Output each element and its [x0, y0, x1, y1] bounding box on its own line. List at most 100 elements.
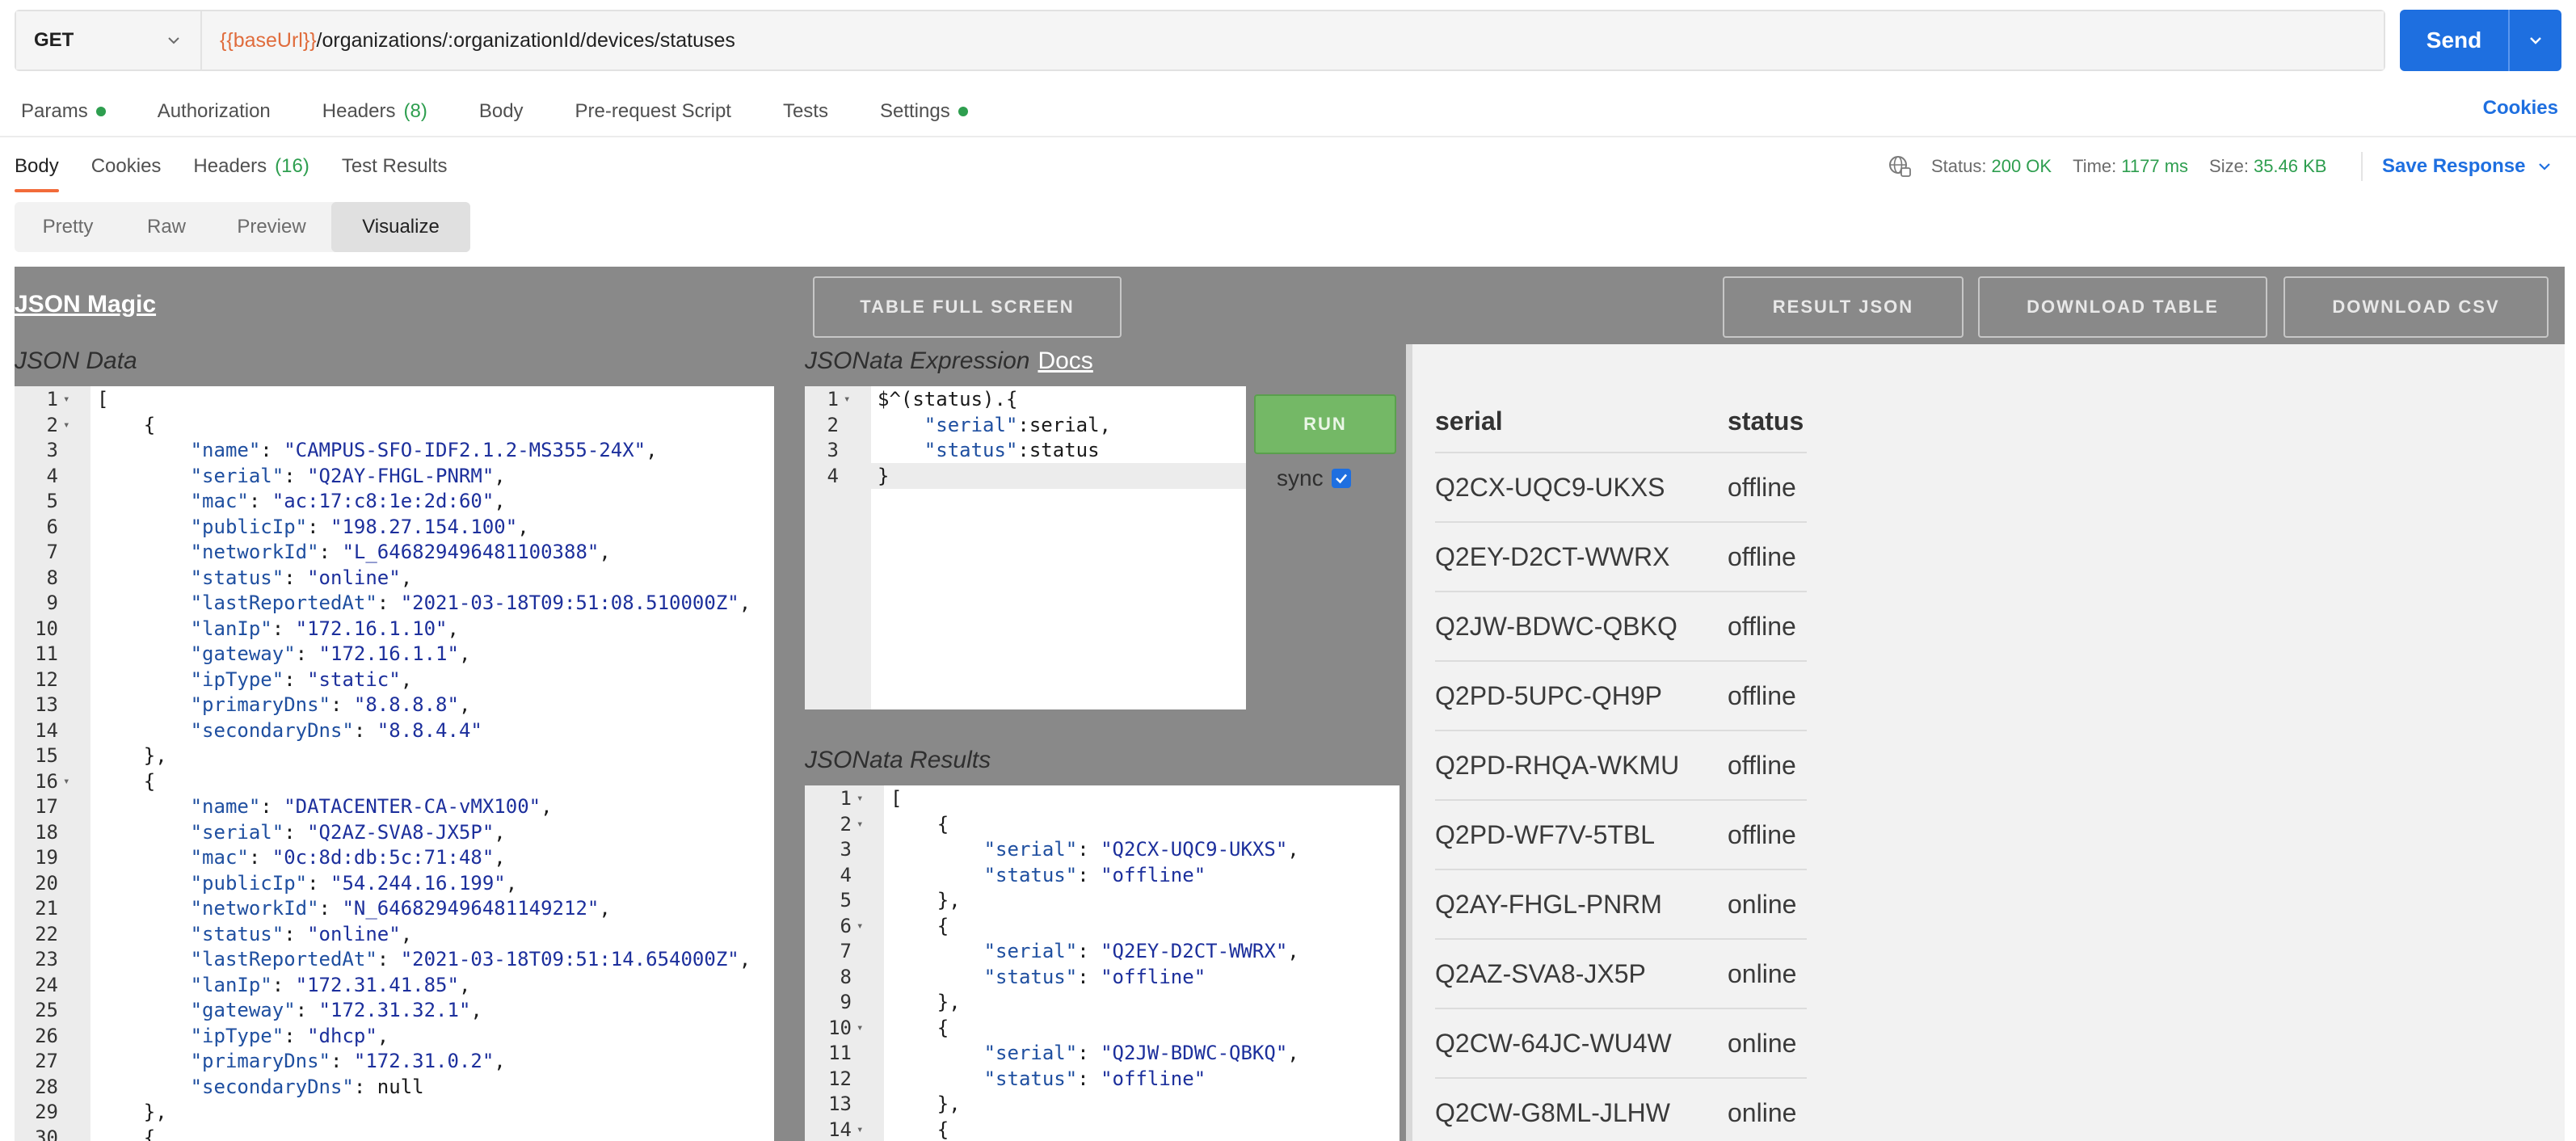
tab-tests-label: Tests	[783, 100, 828, 123]
code-line: 2 "serial":serial,	[805, 412, 1246, 438]
column-header-status[interactable]: status	[1728, 391, 1807, 453]
tab-params[interactable]: Params	[21, 100, 106, 123]
line-number: 12	[805, 1066, 852, 1092]
tab-headers[interactable]: Headers(8)	[322, 100, 427, 123]
fold-toggle-icon[interactable]: ▾	[63, 412, 69, 438]
view-mode-visualize[interactable]: Visualize	[331, 202, 470, 252]
results-viewer[interactable]: 1▾[2▾ {3 "serial": "Q2CX-UQC9-UKXS",4 "s…	[805, 785, 1400, 1141]
code-line: 4 "serial": "Q2AY-FHGL-PNRM",	[15, 463, 774, 489]
line-number: 14	[805, 1117, 852, 1141]
run-button[interactable]: RUN	[1254, 394, 1396, 454]
visualizer-title-link[interactable]: JSON Magic	[15, 291, 156, 318]
code-line: 3 "status":status	[805, 437, 1246, 463]
code-line: 26 "ipType": "dhcp",	[15, 1023, 774, 1049]
code-line: 1▾$^(status).{	[805, 386, 1246, 412]
sync-checkbox[interactable]	[1332, 469, 1351, 488]
column-header-serial[interactable]: serial	[1435, 391, 1728, 453]
result-json-button[interactable]: RESULT JSON	[1723, 276, 1964, 338]
code-text: [	[97, 386, 108, 412]
code-line: 5 },	[805, 887, 1400, 913]
code-text: {	[97, 768, 155, 794]
view-mode-raw[interactable]: Raw	[121, 202, 212, 252]
table-full-screen-button[interactable]: TABLE FULL SCREEN	[813, 276, 1122, 338]
time-value[interactable]: 1177 ms	[2121, 156, 2188, 177]
download-table-button[interactable]: DOWNLOAD TABLE	[1978, 276, 2267, 338]
code-text: {	[890, 811, 949, 837]
size-value[interactable]: 35.46 KB	[2254, 156, 2327, 177]
request-tabs: Params Authorization Headers(8) Body Pre…	[21, 94, 1020, 129]
code-text: "publicIp": "198.27.154.100",	[97, 514, 529, 540]
url-input[interactable]: {{baseUrl}}/organizations/:organizationI…	[202, 11, 2384, 69]
code-line: 18 "serial": "Q2AZ-SVA8-JX5P",	[15, 819, 774, 845]
tab-authorization-label: Authorization	[158, 100, 271, 123]
view-mode-switcher: Pretty Raw Preview Visualize	[15, 202, 470, 252]
expression-label-row: JSONata ExpressionDocs	[805, 347, 1093, 375]
code-line: 15 },	[15, 743, 774, 768]
network-globe-icon[interactable]	[1888, 154, 1912, 179]
headers-count: (8)	[404, 100, 427, 123]
fold-toggle-icon[interactable]: ▾	[857, 785, 863, 811]
json-data-editor[interactable]: 1▾[2▾ {3 "name": "CAMPUS-SFO-IDF2.1.2-MS…	[15, 386, 774, 1141]
line-number: 4	[805, 463, 839, 489]
request-bar: GET {{baseUrl}}/organizations/:organizat…	[15, 10, 2385, 71]
method-select[interactable]: GET	[16, 11, 202, 69]
code-line: 25 "gateway": "172.31.32.1",	[15, 997, 774, 1023]
docs-link[interactable]: Docs	[1038, 347, 1092, 374]
tab-tests[interactable]: Tests	[783, 100, 828, 123]
fold-toggle-icon[interactable]: ▾	[63, 386, 69, 412]
view-mode-preview[interactable]: Preview	[212, 202, 331, 252]
table-header-row: serial status	[1435, 391, 1807, 453]
sync-toggle[interactable]: sync	[1277, 465, 1351, 491]
save-response-button[interactable]: Save Response	[2382, 150, 2553, 183]
line-number: 25	[15, 997, 58, 1023]
visualizer-panel: JSON Magic TABLE FULL SCREEN RESULT JSON…	[15, 267, 2565, 1141]
line-number: 11	[15, 641, 58, 667]
send-button[interactable]: Send	[2400, 10, 2561, 71]
response-tab-headers[interactable]: Headers(16)	[193, 147, 309, 186]
expression-editor[interactable]: 1▾$^(status).{2 "serial":serial,3 "statu…	[805, 386, 1246, 709]
code-text: "serial":serial,	[878, 412, 1111, 438]
response-tab-cookies[interactable]: Cookies	[91, 147, 162, 186]
fold-toggle-icon[interactable]: ▾	[857, 913, 863, 939]
code-text: {	[890, 913, 949, 939]
code-line: 9 "lastReportedAt": "2021-03-18T09:51:08…	[15, 590, 774, 616]
code-text: "primaryDns": "8.8.8.8",	[97, 692, 470, 718]
response-headers-count: (16)	[275, 155, 309, 178]
line-number: 9	[15, 590, 58, 616]
code-line: 10 "lanIp": "172.16.1.10",	[15, 616, 774, 642]
fold-toggle-icon[interactable]: ▾	[857, 1015, 863, 1041]
line-number: 11	[805, 1040, 852, 1066]
code-line: 14▾ {	[805, 1117, 1400, 1141]
settings-indicator-dot	[958, 107, 968, 116]
code-line: 28 "secondaryDns": null	[15, 1074, 774, 1100]
status-value[interactable]: 200 OK	[1991, 156, 2052, 177]
code-text: [	[890, 785, 902, 811]
fold-toggle-icon[interactable]: ▾	[857, 1117, 863, 1141]
code-text: "name": "DATACENTER-CA-vMX100",	[97, 794, 553, 819]
tab-settings[interactable]: Settings	[880, 100, 968, 123]
send-options-button[interactable]	[2510, 10, 2561, 71]
code-line: 21 "networkId": "N_646829496481149212",	[15, 895, 774, 921]
tab-body[interactable]: Body	[479, 100, 524, 123]
code-line: 12 "status": "offline"	[805, 1066, 1400, 1092]
view-mode-pretty[interactable]: Pretty	[15, 202, 121, 252]
line-number: 1	[805, 386, 839, 412]
fold-toggle-icon[interactable]: ▾	[844, 386, 850, 412]
response-tab-test-results[interactable]: Test Results	[342, 147, 448, 186]
cookies-link[interactable]: Cookies	[2483, 97, 2558, 120]
code-text: "status": "online",	[97, 565, 412, 591]
fold-toggle-icon[interactable]: ▾	[63, 768, 69, 794]
tab-authorization[interactable]: Authorization	[158, 100, 271, 123]
cell-status: offline	[1728, 453, 1807, 522]
chevron-down-icon	[165, 32, 183, 49]
line-number: 23	[15, 946, 58, 972]
tab-prerequest-script[interactable]: Pre-request Script	[575, 100, 731, 123]
line-number: 1	[15, 386, 58, 412]
download-csv-button[interactable]: DOWNLOAD CSV	[2283, 276, 2549, 338]
code-line: 17 "name": "DATACENTER-CA-vMX100",	[15, 794, 774, 819]
code-line: 23 "lastReportedAt": "2021-03-18T09:51:1…	[15, 946, 774, 972]
response-tab-body[interactable]: Body	[15, 147, 59, 186]
code-text: "status": "offline"	[890, 862, 1206, 888]
fold-toggle-icon[interactable]: ▾	[857, 811, 863, 837]
line-number: 4	[805, 862, 852, 888]
